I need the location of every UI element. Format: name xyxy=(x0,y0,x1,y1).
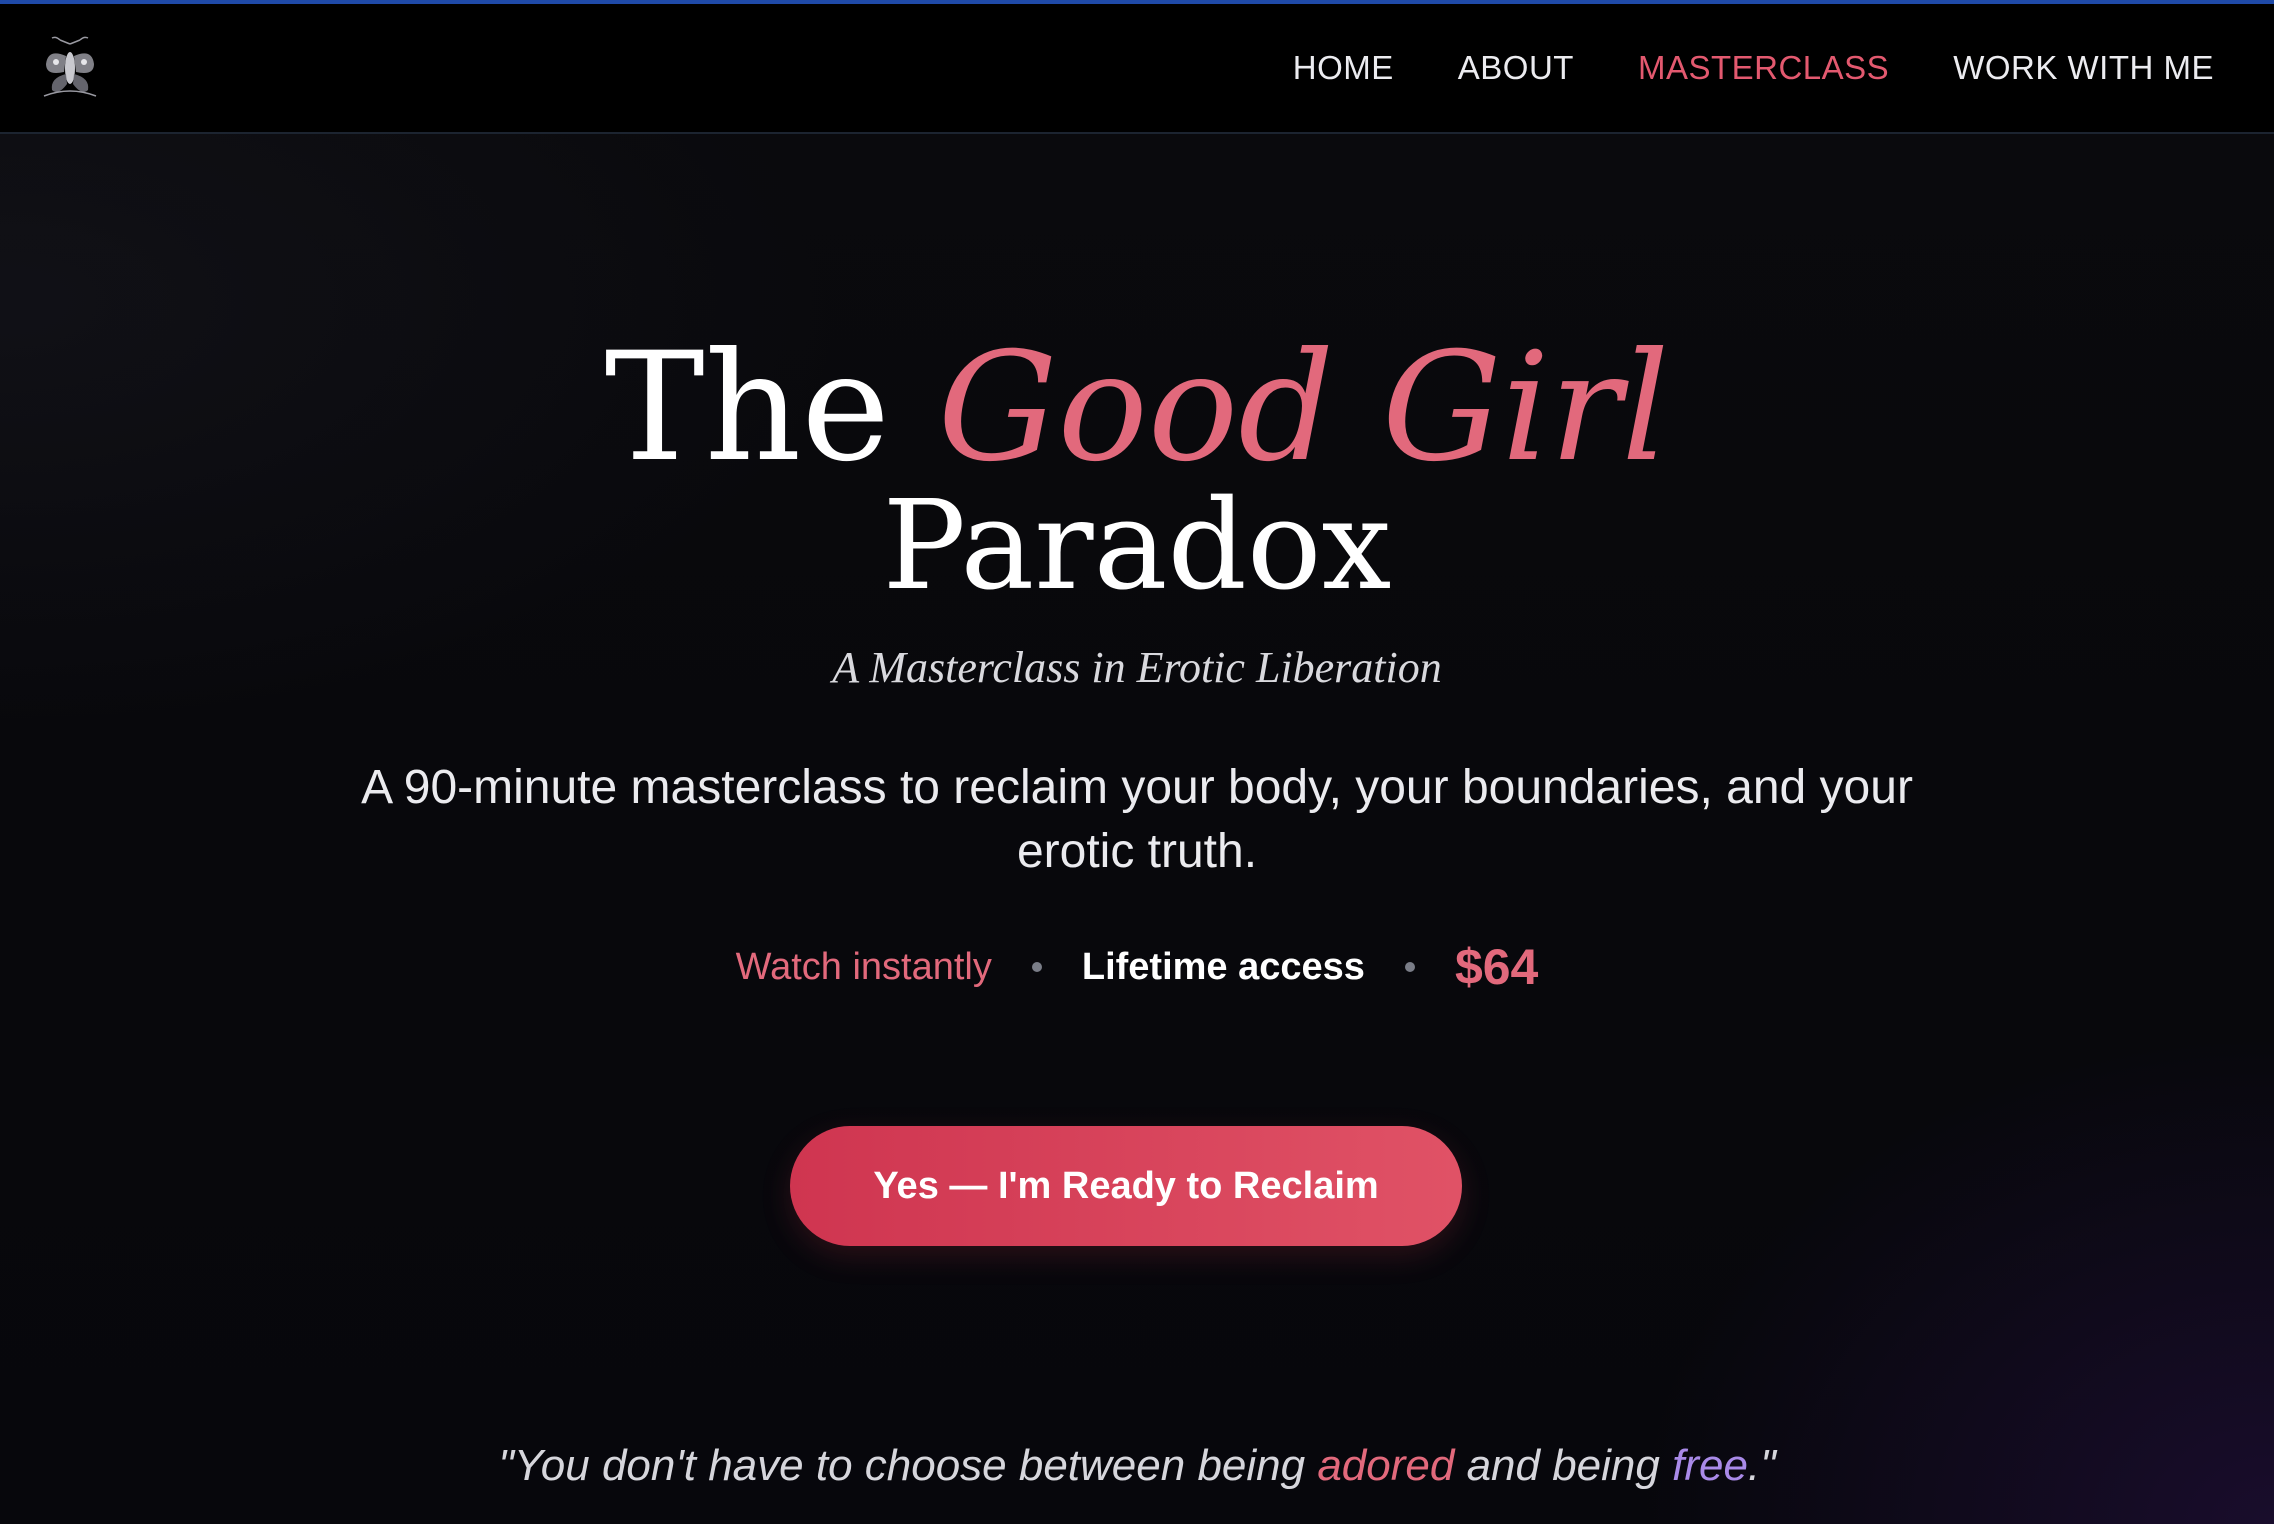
meta-separator-dot xyxy=(1031,962,1042,972)
hero-description: A 90-minute masterclass to reclaim your … xyxy=(361,761,1913,878)
quote-word-adored: adored xyxy=(1317,1441,1455,1490)
meta-separator-dot xyxy=(1404,962,1415,972)
quote-text-part2: and being xyxy=(1454,1441,1673,1490)
quote-text-part1: "You don't have to choose between being xyxy=(498,1441,1318,1490)
cta-ready-to-reclaim-button[interactable]: Yes — I'm Ready to Reclaim xyxy=(790,1126,1462,1246)
hero-title-line2: Paradox xyxy=(882,474,1392,618)
quote-text-part3: ." xyxy=(1747,1441,1776,1490)
hero-section: The Good Girl Paradox A Masterclass in E… xyxy=(0,0,2274,1524)
offer-meta-row: Watch instantly Lifetime access $64 xyxy=(0,932,2274,1002)
hero-subtitle: A Masterclass in Erotic Liberation xyxy=(832,643,1442,692)
meta-price: $64 xyxy=(1454,939,1539,995)
meta-watch-instantly: Watch instantly xyxy=(735,945,992,988)
quote-word-free: free xyxy=(1672,1441,1748,1490)
meta-lifetime-access: Lifetime access xyxy=(1081,945,1365,988)
hero-quote: "You don't have to choose between being … xyxy=(0,1436,2274,1496)
